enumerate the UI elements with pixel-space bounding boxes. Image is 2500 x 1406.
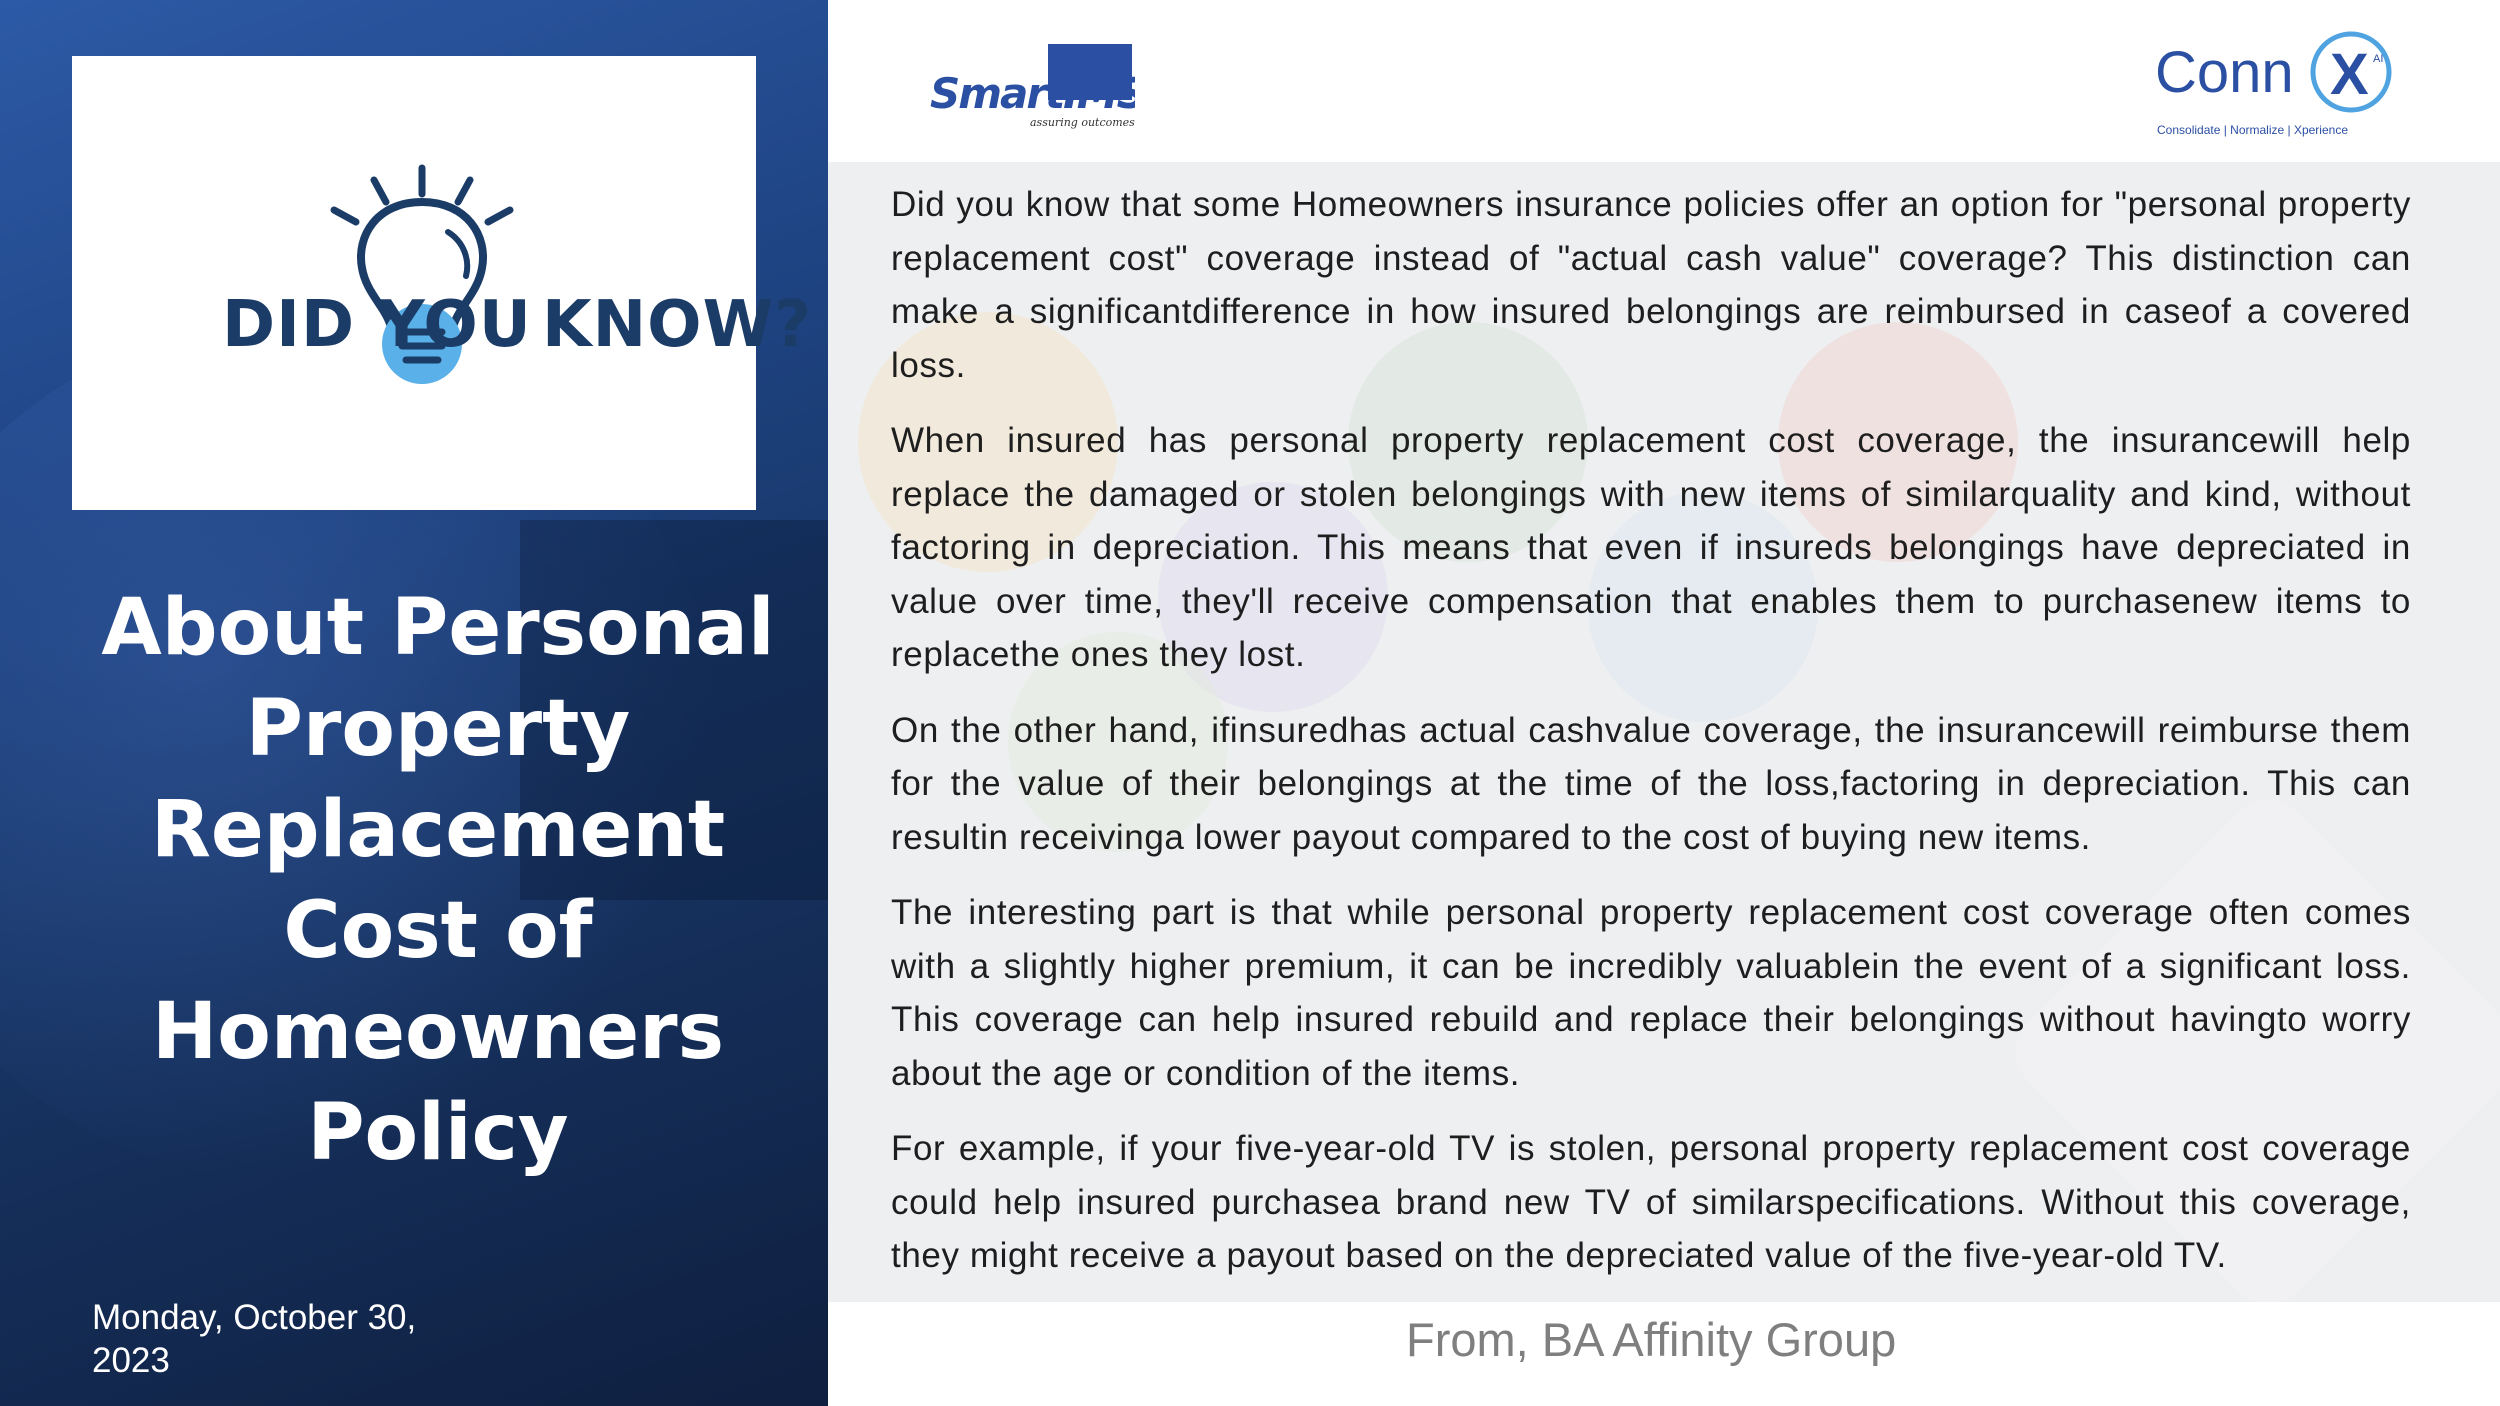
title-line: Cost of xyxy=(283,886,593,976)
left-panel: DID YOU KNOW? About Personal Property Re… xyxy=(0,0,828,1406)
connx-tagline: Consolidate | Normalize | Xperience xyxy=(2157,123,2348,137)
dyk-word-2: KNOW? xyxy=(542,288,813,362)
smartims-logo: SmartIMS assuring outcomes xyxy=(930,44,1135,129)
title-line: Homeowners xyxy=(151,987,724,1077)
title-line: About Personal xyxy=(101,583,775,673)
footer-source: From, BA Affinity Group xyxy=(1406,1313,1897,1366)
connx-ai-mark: AI xyxy=(2373,53,2383,65)
lightbulb-icon xyxy=(330,164,514,384)
title-line: Replacement xyxy=(150,785,726,875)
smartims-tagline: assuring outcomes xyxy=(1030,116,1135,129)
title-line: Property xyxy=(245,684,631,774)
body-paragraph: On the other hand, ifinsuredhas actual c… xyxy=(891,710,2411,857)
body-text: Did you know that some Homeowners insura… xyxy=(891,178,2411,1305)
body-paragraph: When insured has personal property repla… xyxy=(891,421,2411,674)
smartims-brand: SmartIMS xyxy=(930,69,1135,118)
connx-logo: Conn X AI Consolidate | Normalize | Xper… xyxy=(2155,31,2392,137)
body-paragraph: The interesting part is that while perso… xyxy=(891,893,2411,1093)
slide-title: About Personal Property Replacement Cost… xyxy=(60,578,816,1184)
did-you-know-image: DID YOU KNOW? xyxy=(72,56,811,510)
dyk-word-1: DID YOU xyxy=(222,288,532,362)
did-you-know-text: DID YOU KNOW? xyxy=(150,288,811,368)
date-line: Monday, October 30, xyxy=(92,1298,417,1337)
connx-brand: Conn xyxy=(2155,40,2294,105)
connx-mark: X xyxy=(2330,42,2369,107)
slide-date: Monday, October 30, 2023 xyxy=(92,1296,492,1382)
body-paragraph: Did you know that some Homeowners insura… xyxy=(891,185,2411,385)
date-line: 2023 xyxy=(92,1341,170,1380)
title-line: Policy xyxy=(307,1088,569,1178)
body-paragraph: For example, if your five-year-old TV is… xyxy=(891,1129,2411,1275)
